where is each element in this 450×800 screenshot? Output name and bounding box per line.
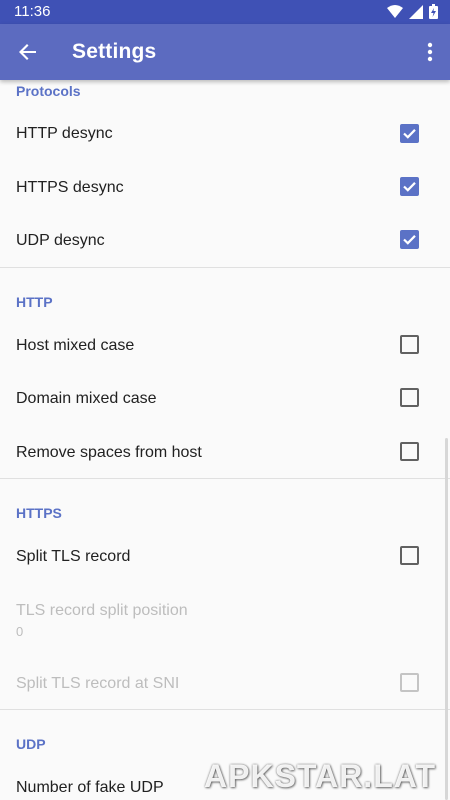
- setting-label: Split TLS record: [16, 548, 131, 565]
- setting-label: UDP desync: [16, 232, 105, 249]
- setting-udp-desync[interactable]: UDP desync: [0, 214, 450, 268]
- section-header-protocols: Protocols: [16, 83, 81, 99]
- back-button[interactable]: [10, 34, 46, 70]
- split-tls-record-checkbox[interactable]: [400, 546, 419, 565]
- check-icon: [403, 129, 416, 139]
- setting-label: Host mixed case: [16, 337, 135, 354]
- udp-desync-checkbox[interactable]: [400, 230, 419, 249]
- settings-list[interactable]: Protocols HTTP desync HTTPS desync UDP d…: [0, 80, 450, 800]
- setting-domain-mixed-case[interactable]: Domain mixed case: [0, 372, 450, 426]
- setting-label: Remove spaces from host: [16, 444, 202, 461]
- battery-icon: [429, 4, 438, 19]
- wifi-icon: [387, 4, 403, 18]
- arrow-back-icon: [19, 44, 36, 60]
- setting-remove-spaces-from-host[interactable]: Remove spaces from host: [0, 426, 450, 480]
- check-icon: [403, 182, 416, 192]
- signal-icon: [409, 4, 423, 19]
- app-bar: Settings: [0, 24, 450, 80]
- section-header-https: HTTPS: [16, 505, 62, 521]
- setting-label: Domain mixed case: [16, 390, 157, 407]
- setting-label: TLS record split position: [16, 602, 188, 619]
- setting-label: Number of fake UDP: [16, 779, 164, 796]
- more-vert-icon: [427, 42, 433, 62]
- status-time: 11:36: [14, 3, 51, 20]
- page-title: Settings: [72, 40, 157, 63]
- remove-spaces-checkbox[interactable]: [400, 442, 419, 461]
- divider: [0, 478, 450, 479]
- setting-value: 0: [16, 624, 24, 639]
- divider: [0, 709, 450, 710]
- overflow-menu-button[interactable]: [418, 34, 442, 70]
- setting-label: HTTPS desync: [16, 179, 124, 196]
- section-header-udp: UDP: [16, 736, 46, 752]
- setting-label: HTTP desync: [16, 125, 113, 142]
- status-icons: [387, 4, 438, 19]
- setting-tls-record-split-position[interactable]: TLS record split position 0: [0, 590, 450, 650]
- https-desync-checkbox[interactable]: [400, 177, 419, 196]
- status-bar: 11:36: [0, 0, 450, 24]
- setting-https-desync[interactable]: HTTPS desync: [0, 160, 450, 214]
- watermark-text: APKSTAR.LAT: [204, 758, 437, 794]
- setting-http-desync[interactable]: HTTP desync: [0, 106, 450, 160]
- host-mixed-case-checkbox[interactable]: [400, 335, 419, 354]
- setting-label: Split TLS record at SNI: [16, 675, 180, 692]
- section-header-http: HTTP: [16, 294, 53, 310]
- check-icon: [403, 235, 416, 245]
- divider: [0, 267, 450, 268]
- scrollbar[interactable]: [445, 438, 448, 800]
- split-tls-at-sni-checkbox[interactable]: [400, 673, 419, 692]
- http-desync-checkbox[interactable]: [400, 124, 419, 143]
- setting-split-tls-record[interactable]: Split TLS record: [0, 530, 450, 584]
- setting-host-mixed-case[interactable]: Host mixed case: [0, 318, 450, 372]
- setting-split-tls-record-at-sni[interactable]: Split TLS record at SNI: [0, 656, 450, 710]
- domain-mixed-case-checkbox[interactable]: [400, 388, 419, 407]
